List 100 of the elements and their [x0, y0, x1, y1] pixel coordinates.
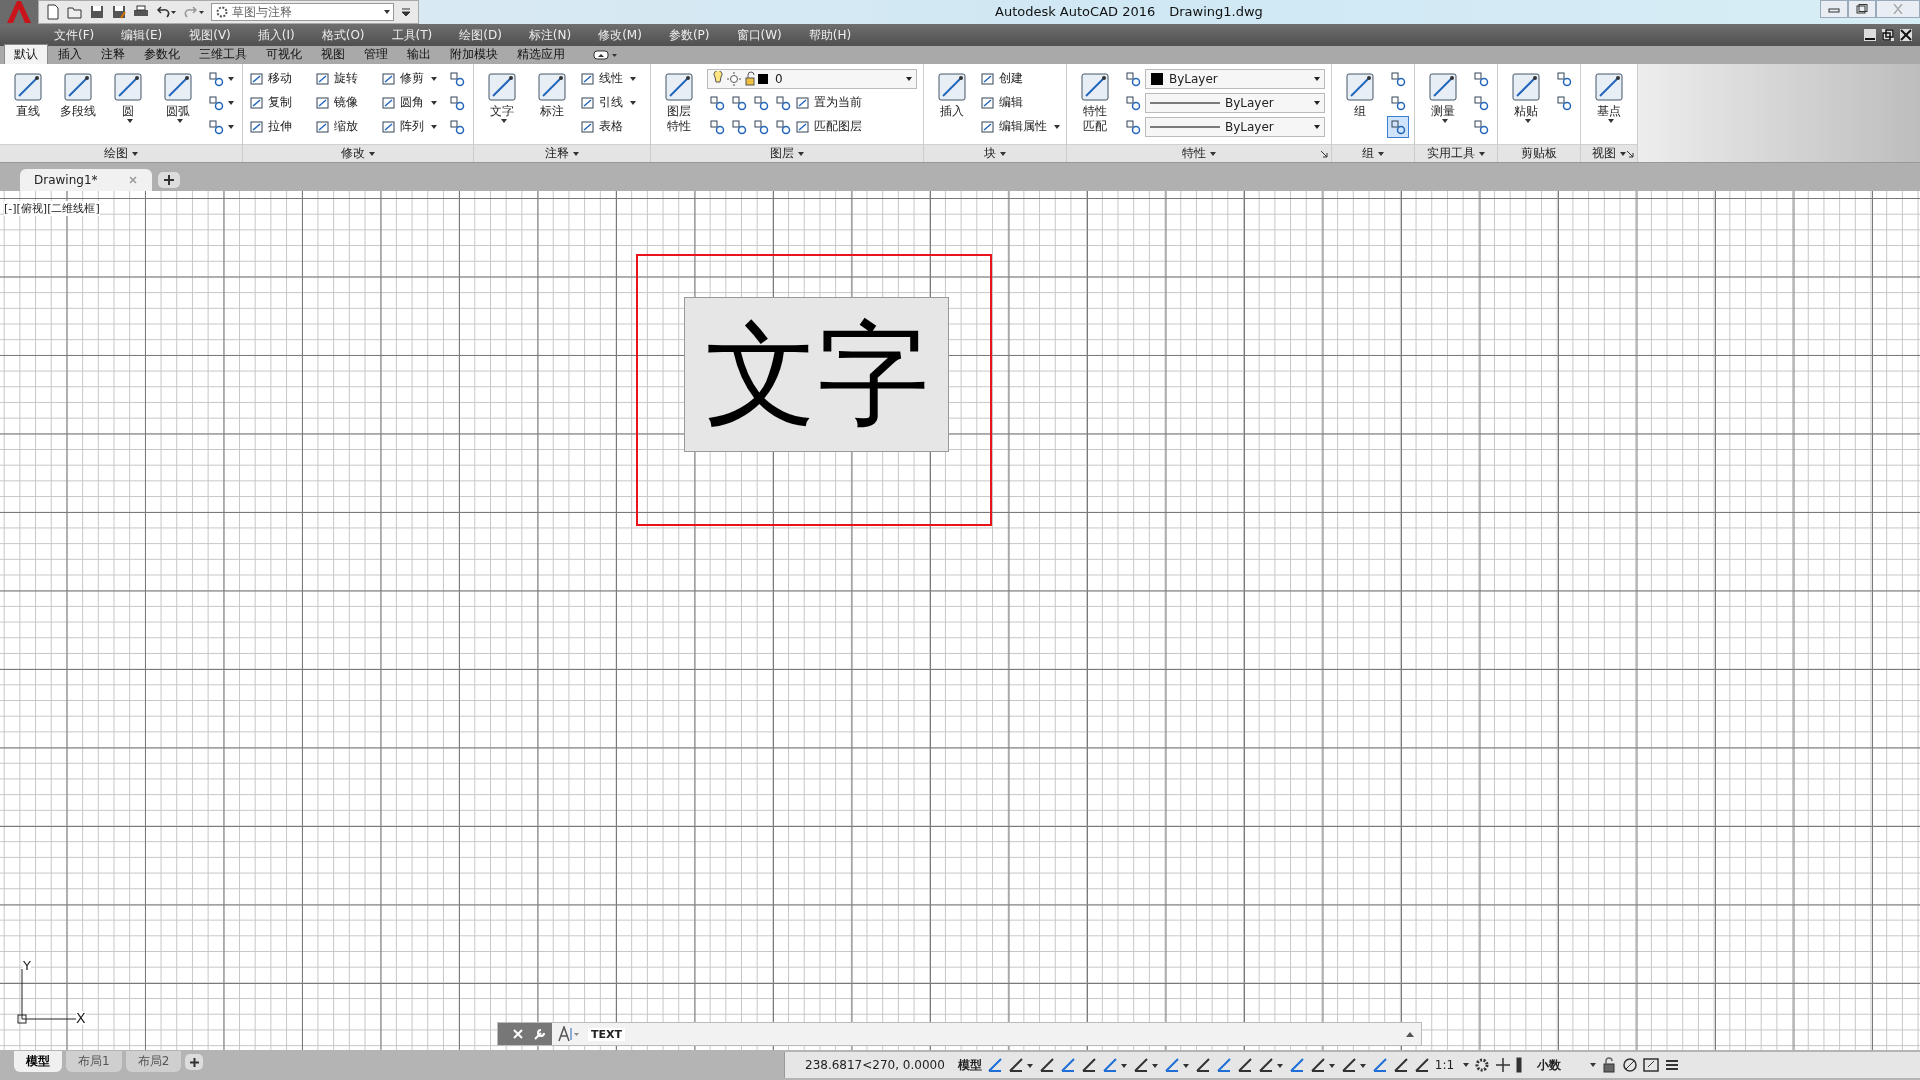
panel-title[interactable]: 块 [984, 145, 996, 162]
status-toggle-icon[interactable] [1215, 1057, 1232, 1073]
dropdown-arrow-icon[interactable] [132, 151, 138, 156]
tool-icon[interactable] [795, 94, 811, 111]
menu-item[interactable]: 帮助(H) [808, 26, 872, 44]
status-toggle-icon[interactable] [1257, 1057, 1284, 1073]
dropdown-arrow-icon[interactable] [1210, 151, 1216, 156]
ribbon-button[interactable]: 匹配图层 [795, 116, 862, 137]
new-file-icon[interactable] [45, 4, 61, 20]
menu-item[interactable]: 文件(F) [54, 26, 115, 44]
tool-icon[interactable] [662, 70, 696, 104]
menu-item[interactable]: 插入(I) [257, 26, 315, 44]
isolate-icon[interactable] [1622, 1057, 1639, 1073]
restore-icon[interactable] [1882, 29, 1894, 41]
model-space-button[interactable]: 模型 [957, 1056, 982, 1074]
ribbon-button[interactable]: 置为当前 [795, 92, 862, 113]
tool-icon[interactable] [315, 94, 331, 111]
panel-title-bar[interactable]: 块 [924, 144, 1066, 162]
tool-icon[interactable] [208, 70, 224, 87]
menu-item[interactable]: 窗口(W) [736, 26, 802, 44]
ribbon-button[interactable]: 移动 [249, 68, 313, 89]
dropdown-arrow-icon[interactable] [1620, 151, 1626, 156]
open-folder-icon[interactable] [67, 4, 83, 20]
property-dropdown[interactable]: ByLayer [1145, 68, 1325, 89]
status-toggle-icon[interactable] [1163, 1057, 1190, 1073]
status-toggle-icon[interactable] [986, 1057, 1003, 1073]
property-dropdown[interactable]: ByLayer [1145, 116, 1325, 137]
status-toggle-icon[interactable] [1080, 1057, 1097, 1073]
panel-title[interactable]: 视图 [1592, 145, 1616, 162]
undo-icon[interactable] [155, 4, 177, 20]
ribbon-button[interactable]: 表格 [580, 116, 644, 137]
status-toggle-icon[interactable] [1371, 1057, 1388, 1073]
viewport-label[interactable]: [-][俯视][二维线框] [4, 201, 100, 216]
property-dropdown[interactable]: ByLayer [1145, 92, 1325, 113]
dialog-launcher-icon[interactable] [1320, 150, 1328, 158]
tool-icon[interactable] [111, 70, 145, 104]
tool-icon[interactable] [795, 118, 811, 135]
status-toggle-icon[interactable] [1101, 1057, 1128, 1073]
panel-title[interactable]: 实用工具 [1427, 145, 1475, 162]
dropdown-arrow-icon[interactable] [906, 76, 912, 81]
tool-icon[interactable] [161, 70, 195, 104]
panel-title-bar[interactable]: 注释 [474, 144, 650, 162]
ribbon-tab[interactable]: 管理 [355, 45, 397, 64]
ribbon-button[interactable]: 编辑属性 [980, 116, 1060, 137]
ribbon-large-button[interactable]: 图层特性 [657, 68, 701, 134]
tool-icon[interactable] [381, 94, 397, 111]
menu-item[interactable]: 参数(P) [668, 26, 730, 44]
tool-icon[interactable] [208, 94, 224, 111]
dropdown-arrow-icon[interactable] [798, 151, 804, 156]
dropdown-arrow-icon[interactable] [228, 100, 234, 105]
panel-title-bar[interactable]: 剪贴板 [1498, 144, 1580, 162]
plus-icon[interactable] [189, 1057, 199, 1067]
dropdown-arrow-icon[interactable] [384, 10, 390, 14]
ribbon-button[interactable]: 修剪 [381, 68, 445, 89]
ribbon-button[interactable]: 创建 [980, 68, 1044, 89]
restore-button[interactable] [1848, 0, 1876, 18]
minimize-icon[interactable] [1864, 29, 1876, 41]
ribbon-button[interactable]: 拉伸 [249, 116, 313, 137]
drawing-canvas[interactable]: [-][俯视][二维线框] 文字 Y X TEXT [0, 191, 1920, 1050]
plus-icon[interactable] [1495, 1057, 1512, 1073]
dropdown-arrow-icon[interactable] [501, 119, 507, 123]
dropdown-arrow-icon[interactable] [1054, 124, 1060, 129]
save-as-icon[interactable] [111, 4, 127, 20]
workspace-dropdown[interactable]: 草图与注释 [211, 3, 394, 21]
ribbon-large-button[interactable]: 标注 [530, 68, 574, 119]
status-toggle-icon[interactable] [1340, 1057, 1367, 1073]
ribbon-button[interactable]: 线性 [580, 68, 644, 89]
ribbon-tab[interactable]: 输出 [398, 45, 440, 64]
ribbon-large-button[interactable]: 组 [1338, 68, 1382, 119]
panel-title[interactable]: 绘图 [104, 145, 128, 162]
dropdown-arrow-icon[interactable] [228, 76, 234, 81]
ribbon-tab[interactable]: 附加模块 [441, 45, 507, 64]
dropdown-arrow-icon[interactable] [1314, 124, 1320, 129]
ribbon-large-button[interactable]: 特性匹配 [1073, 68, 1117, 134]
tool-icon[interactable] [535, 70, 569, 104]
dropdown-arrow-icon[interactable] [1378, 151, 1384, 156]
tool-icon[interactable] [315, 118, 331, 135]
ribbon-button[interactable]: 旋转 [315, 68, 379, 89]
ribbon-tab[interactable]: 可视化 [257, 45, 311, 64]
restore-icon[interactable] [1856, 4, 1868, 14]
settings-icon[interactable] [1474, 1057, 1491, 1073]
status-toggle-icon[interactable] [1194, 1057, 1211, 1073]
tool-icon[interactable] [1078, 70, 1112, 104]
ribbon-button[interactable]: 引线 [580, 92, 644, 113]
status-toggle-icon[interactable] [1132, 1057, 1159, 1073]
tool-icon[interactable] [61, 70, 95, 104]
status-toggle-icon[interactable] [1038, 1057, 1055, 1073]
ribbon-tab[interactable]: 注释 [92, 45, 134, 64]
tool-icon[interactable] [935, 70, 969, 104]
ribbon-large-button[interactable]: 粘贴 [1504, 68, 1548, 123]
panel-title-bar[interactable]: 视图 [1581, 144, 1637, 162]
fullscreen-icon[interactable] [1643, 1057, 1660, 1073]
ribbon-tab[interactable]: 视图 [312, 45, 354, 64]
ribbon-tab[interactable]: 默认 [4, 44, 48, 64]
tool-icon[interactable] [580, 70, 596, 87]
dropdown-arrow-icon[interactable] [369, 151, 375, 156]
tool-icon[interactable] [249, 118, 265, 135]
panel-title-bar[interactable]: 组 [1332, 144, 1414, 162]
ribbon-large-button[interactable]: 文字 [480, 68, 524, 123]
layer-state-icons-drawing[interactable] [712, 70, 770, 87]
